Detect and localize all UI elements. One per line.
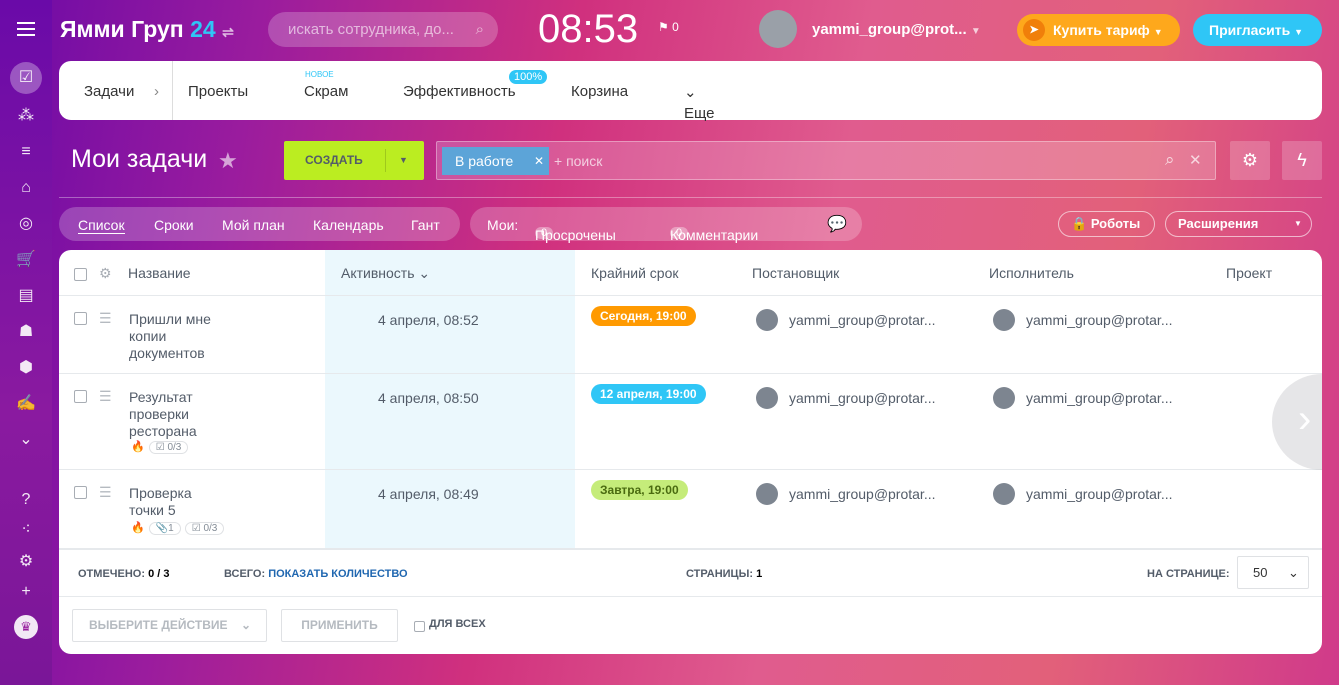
row-checkbox[interactable] xyxy=(74,390,87,403)
flag-counter[interactable]: ⚑ 0 xyxy=(658,20,679,34)
user-name[interactable]: yammi_group@prot... ▼ xyxy=(812,21,981,38)
view-deadlines[interactable]: Сроки xyxy=(154,217,194,233)
row-checkbox[interactable] xyxy=(74,486,87,499)
column-activity[interactable]: Активность ⌄ xyxy=(341,265,430,282)
view-switcher: Список Сроки Мой план Календарь Гант xyxy=(59,207,460,241)
settings-button[interactable]: ⚙ xyxy=(1230,141,1270,180)
clear-icon[interactable]: ✕ xyxy=(1189,151,1202,169)
help-icon[interactable]: ? xyxy=(14,488,38,512)
filter-icon[interactable]: ≡ xyxy=(14,140,38,164)
show-count-link[interactable]: ПОКАЗАТЬ КОЛИЧЕСТВО xyxy=(268,568,407,580)
filter-tag[interactable]: В работе ✕ xyxy=(442,147,549,175)
user-icon xyxy=(756,387,778,409)
checklist-chip: ☑ 0/3 xyxy=(184,522,225,535)
view-list[interactable]: Список xyxy=(78,217,125,234)
groups-icon[interactable]: ⁂ xyxy=(14,104,38,128)
column-deadline[interactable]: Крайний срок xyxy=(591,265,679,281)
tasks-icon: ☑ xyxy=(18,69,34,86)
task-name[interactable]: Результат проверки ресторана xyxy=(129,389,219,440)
user-icon xyxy=(993,387,1015,409)
select-all-checkbox[interactable] xyxy=(74,268,87,281)
checklist-chip: ☑ 0/3 xyxy=(148,441,189,454)
tab-more[interactable]: Еще ⌄ xyxy=(684,83,715,122)
user-icon xyxy=(993,483,1015,505)
scroll-right-button[interactable]: › xyxy=(1272,374,1322,470)
column-creator[interactable]: Постановщик xyxy=(752,265,839,281)
lightning-button[interactable]: ϟ xyxy=(1282,141,1322,180)
action-select[interactable]: ВЫБЕРИТЕ ДЕЙСТВИЕ ⌄ xyxy=(72,609,267,642)
my-counters: Мои: 0 Просрочены 0 Комментарии 💬 xyxy=(470,207,862,243)
shop-icon[interactable]: ⌂ xyxy=(14,176,38,200)
fire-icon: 🔥 xyxy=(131,522,145,534)
chevron-right-icon: › xyxy=(154,83,159,100)
star-icon[interactable]: ★ xyxy=(218,148,238,174)
drag-icon[interactable]: ☰ xyxy=(99,484,112,501)
more-icon[interactable]: ⌄ xyxy=(14,428,38,452)
fire-icon: 🔥 xyxy=(131,441,145,453)
crown-icon[interactable]: ♛ xyxy=(14,615,38,639)
rocket-icon: ➤ xyxy=(1023,19,1045,41)
chat-icon[interactable]: 💬 xyxy=(827,214,847,234)
column-project[interactable]: Проект xyxy=(1226,265,1272,281)
robots-button[interactable]: 🔒 Роботы xyxy=(1058,211,1155,237)
user-icon xyxy=(993,309,1015,331)
per-page-select[interactable]: 50 ⌄ xyxy=(1237,556,1309,589)
view-gantt[interactable]: Гант xyxy=(411,217,440,233)
task-table: ⚙ Название Активность ⌄ Крайний срок Пос… xyxy=(59,250,1322,654)
task-name[interactable]: Проверка точки 5 xyxy=(129,485,209,519)
user-icon xyxy=(756,309,778,331)
files-chip: 📎1 xyxy=(148,522,181,535)
tab-projects[interactable]: Проекты xyxy=(188,83,248,100)
deadline-badge[interactable]: 12 апреля, 19:00 xyxy=(591,384,706,404)
box-icon[interactable]: ⬢ xyxy=(14,356,38,380)
new-badge: новое xyxy=(305,70,334,79)
tab-scrum[interactable]: Скрам xyxy=(304,83,348,100)
view-calendar[interactable]: Календарь xyxy=(313,217,384,233)
sign-icon[interactable]: ✍ xyxy=(14,392,38,416)
gear-icon[interactable]: ⚙ xyxy=(99,265,112,282)
tab-efficiency[interactable]: Эффективность xyxy=(403,83,516,100)
add-icon[interactable]: + xyxy=(14,580,38,604)
target-icon[interactable]: ◎ xyxy=(14,212,38,236)
page-title: Мои задачи xyxy=(71,145,208,173)
structure-icon[interactable]: ⁖ xyxy=(14,518,38,542)
android-icon[interactable]: ☗ xyxy=(14,320,38,344)
search-icon: ⌕ xyxy=(475,21,484,38)
settings-icon[interactable]: ⚙ xyxy=(14,550,38,574)
deadline-badge[interactable]: Завтра, 19:00 xyxy=(591,480,688,500)
row-checkbox[interactable] xyxy=(74,312,87,325)
column-assignee[interactable]: Исполнитель xyxy=(989,265,1074,281)
close-icon[interactable]: ✕ xyxy=(534,147,544,175)
logo[interactable]: Ямми Груп 24 ⇌ xyxy=(60,16,234,43)
invite-button[interactable]: Пригласить ▼ xyxy=(1193,14,1322,46)
search-icon[interactable]: ⌕ xyxy=(1165,150,1175,170)
task-name[interactable]: Пришли мне копии документов xyxy=(129,311,239,362)
filter-input[interactable]: + поиск xyxy=(554,153,602,169)
efficiency-badge: 100% xyxy=(509,70,548,84)
cart-icon[interactable]: 🛒 xyxy=(14,248,38,272)
view-plan[interactable]: Мой план xyxy=(222,217,285,233)
column-name[interactable]: Название xyxy=(128,265,191,281)
menu-icon[interactable] xyxy=(17,22,35,36)
drag-icon[interactable]: ☰ xyxy=(99,310,112,327)
extensions-button[interactable]: Расширения ▼ xyxy=(1165,211,1312,237)
for-all-checkbox[interactable] xyxy=(414,621,425,632)
tab-trash[interactable]: Корзина xyxy=(571,83,628,100)
buy-tariff-button[interactable]: ➤ Купить тариф ▼ xyxy=(1017,14,1180,46)
sidebar: ☑ ⁂ ≡ ⌂ ◎ 🛒 ▤ ☗ ⬢ ✍ ⌄ ? ⁖ ⚙ + ♛ xyxy=(0,0,52,685)
clock: 08:53 xyxy=(538,7,639,51)
avatar[interactable] xyxy=(759,10,797,48)
deadline-badge[interactable]: Сегодня, 19:00 xyxy=(591,306,696,326)
tab-tasks[interactable]: Задачи xyxy=(84,83,134,100)
user-icon xyxy=(756,483,778,505)
drag-icon[interactable]: ☰ xyxy=(99,388,112,405)
apply-button[interactable]: ПРИМЕНИТЬ xyxy=(281,609,398,642)
create-button[interactable]: СОЗДАТЬ ▼ xyxy=(284,141,424,180)
filter-search[interactable]: В работе ✕ + поиск ⌕ ✕ xyxy=(436,141,1216,180)
contact-icon[interactable]: ▤ xyxy=(14,284,38,308)
chevron-down-icon[interactable]: ▼ xyxy=(399,141,408,180)
search-input[interactable]: искать сотрудника, до... ⌕ xyxy=(268,12,498,47)
top-nav: Задачи › Проекты новое Скрам Эффективнос… xyxy=(59,61,1322,122)
